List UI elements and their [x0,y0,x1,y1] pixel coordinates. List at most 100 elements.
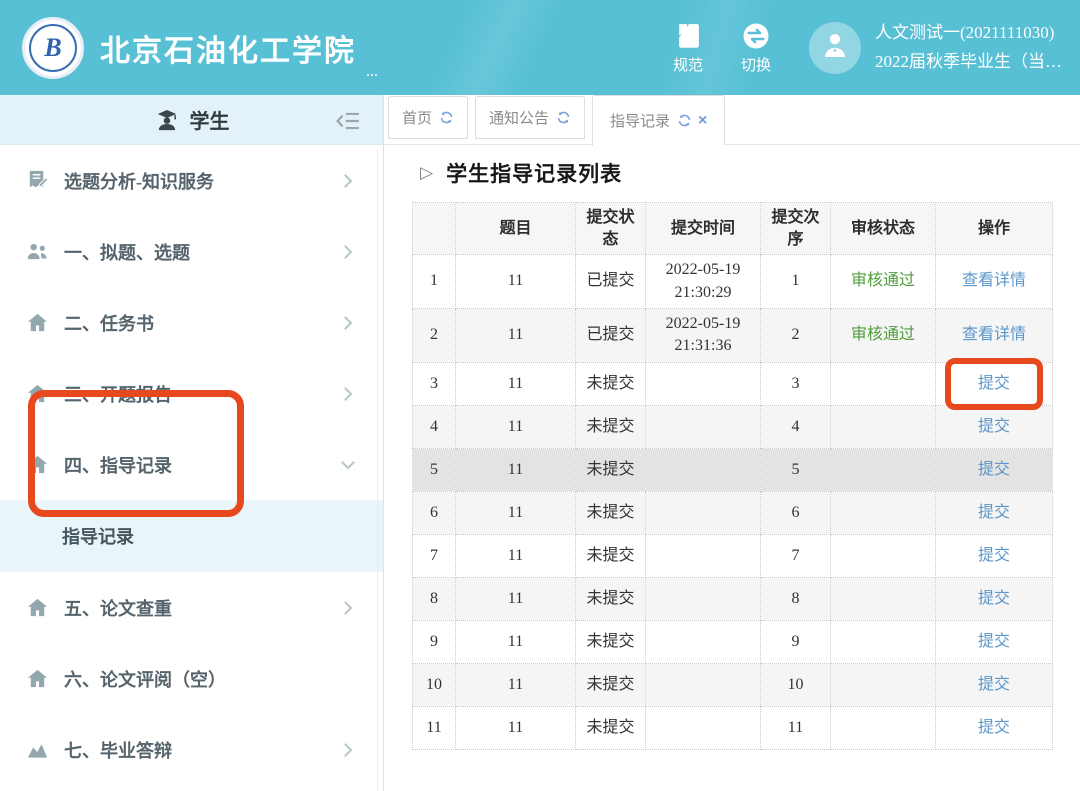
cell-action: 提交 [936,706,1053,749]
cell-review-status: 审核通过 [831,308,936,362]
cell-title: 11 [456,255,576,309]
tab-2[interactable]: 指导记录× [592,95,725,146]
sidebar-item-label: 五、论文查重 [64,595,172,621]
sidebar-subitem-5[interactable]: 指导记录 [0,500,383,572]
cell-order: 8 [761,577,831,620]
close-icon[interactable]: × [698,113,707,129]
view-detail-link[interactable]: 查看详情 [962,326,1026,343]
column-header: 操作 [936,203,1053,255]
tab-1[interactable]: 通知公告 [475,96,585,139]
row-number: 1 [413,255,456,309]
sidebar-item-label: 三、开题报告 [64,381,172,407]
submit-link[interactable]: 提交 [978,676,1010,693]
chevron-right-icon [339,741,357,759]
cell-time [646,620,761,663]
user-name: 人文测试一(2021111030) [875,19,1062,47]
refresh-icon[interactable] [677,113,692,128]
table-row: 911未提交9提交 [413,620,1053,663]
cell-order: 4 [761,405,831,448]
refresh-icon[interactable] [556,110,571,125]
cell-action: 提交 [936,577,1053,620]
cell-title: 11 [456,534,576,577]
row-number: 7 [413,534,456,577]
cell-status: 未提交 [576,706,646,749]
cell-title: 11 [456,663,576,706]
sidebar-item-label: 指导记录 [62,523,134,549]
cell-title: 11 [456,577,576,620]
cell-time: 2022-05-19 21:30:29 [646,255,761,309]
tab-label: 首页 [402,107,432,128]
sidebar-item-3[interactable]: 三、开题报告 [0,358,383,429]
chevron-right-icon [339,314,357,332]
cell-action: 查看详情 [936,255,1053,309]
cell-review-status [831,405,936,448]
cell-action: 提交 [936,405,1053,448]
school-logo-emblem: B [29,24,77,72]
main-area: 首页通知公告指导记录× ▷ 学生指导记录列表 题目提交状态提交时间提交次序审核状… [384,95,1080,791]
page-title: ▷ 学生指导记录列表 [420,158,1080,188]
row-number: 10 [413,663,456,706]
cell-review-status [831,620,936,663]
sidebar-header: 学生 [0,95,383,145]
submit-link[interactable]: 提交 [978,504,1010,521]
cell-title: 11 [456,405,576,448]
student-role-icon [154,107,180,133]
cell-review-status [831,448,936,491]
table-row: 711未提交7提交 [413,534,1053,577]
submit-link[interactable]: 提交 [978,375,1010,392]
refresh-icon[interactable] [439,110,454,125]
cell-review-status: 审核通过 [831,255,936,309]
cell-status: 未提交 [576,577,646,620]
sidebar-item-2[interactable]: 二、任务书 [0,287,383,358]
sidebar-item-0[interactable]: 选题分析-知识服务 [0,145,383,216]
cell-order: 1 [761,255,831,309]
cell-title: 11 [456,308,576,362]
sidebar-collapse-icon[interactable] [335,108,361,134]
cell-order: 7 [761,534,831,577]
chart-icon [26,738,49,761]
cell-order: 2 [761,308,831,362]
sidebar-item-4[interactable]: 四、指导记录 [0,429,383,500]
cell-status: 已提交 [576,255,646,309]
column-header: 提交次序 [761,203,831,255]
cell-action: 提交 [936,663,1053,706]
school-name: 北京石油化工学院 [100,26,356,70]
submit-link[interactable]: 提交 [978,461,1010,478]
sidebar-role-label: 学生 [190,105,230,134]
cell-time [646,448,761,491]
cell-status: 未提交 [576,534,646,577]
submit-link[interactable]: 提交 [978,719,1010,736]
column-header [413,203,456,255]
cell-review-status [831,362,936,405]
review-passed-text: 审核通过 [851,326,915,343]
sidebar-item-1[interactable]: 一、拟题、选题 [0,216,383,287]
chevron-right-icon [339,599,357,617]
table-body: 111已提交2022-05-19 21:30:291审核通过查看详情211已提交… [413,255,1053,750]
submit-link[interactable]: 提交 [978,547,1010,564]
submit-link[interactable]: 提交 [978,418,1010,435]
review-passed-text: 审核通过 [851,272,915,289]
switch-role-button[interactable]: 切换 [741,21,771,75]
cell-review-status [831,577,936,620]
view-detail-link[interactable]: 查看详情 [962,272,1026,289]
sidebar-item-label: 二、任务书 [64,310,154,336]
table-row: 1111未提交11提交 [413,706,1053,749]
sidebar-item-6[interactable]: 五、论文查重 [0,572,383,643]
standards-button[interactable]: 规范 [673,21,703,75]
submit-link[interactable]: 提交 [978,590,1010,607]
sidebar-item-8[interactable]: 七、毕业答辩 [0,714,383,785]
submit-link[interactable]: 提交 [978,633,1010,650]
home-icon [26,667,49,690]
row-number: 4 [413,405,456,448]
sidebar-menu: 选题分析-知识服务一、拟题、选题二、任务书三、开题报告四、指导记录指导记录五、论… [0,145,383,785]
user-avatar[interactable] [809,22,861,74]
cell-time [646,405,761,448]
cell-action: 提交 [936,491,1053,534]
column-header: 提交时间 [646,203,761,255]
cell-title: 11 [456,491,576,534]
tab-0[interactable]: 首页 [388,96,468,139]
cell-action: 查看详情 [936,308,1053,362]
column-header: 提交状态 [576,203,646,255]
sidebar-item-7[interactable]: 六、论文评阅（空） [0,643,383,714]
cell-order: 9 [761,620,831,663]
